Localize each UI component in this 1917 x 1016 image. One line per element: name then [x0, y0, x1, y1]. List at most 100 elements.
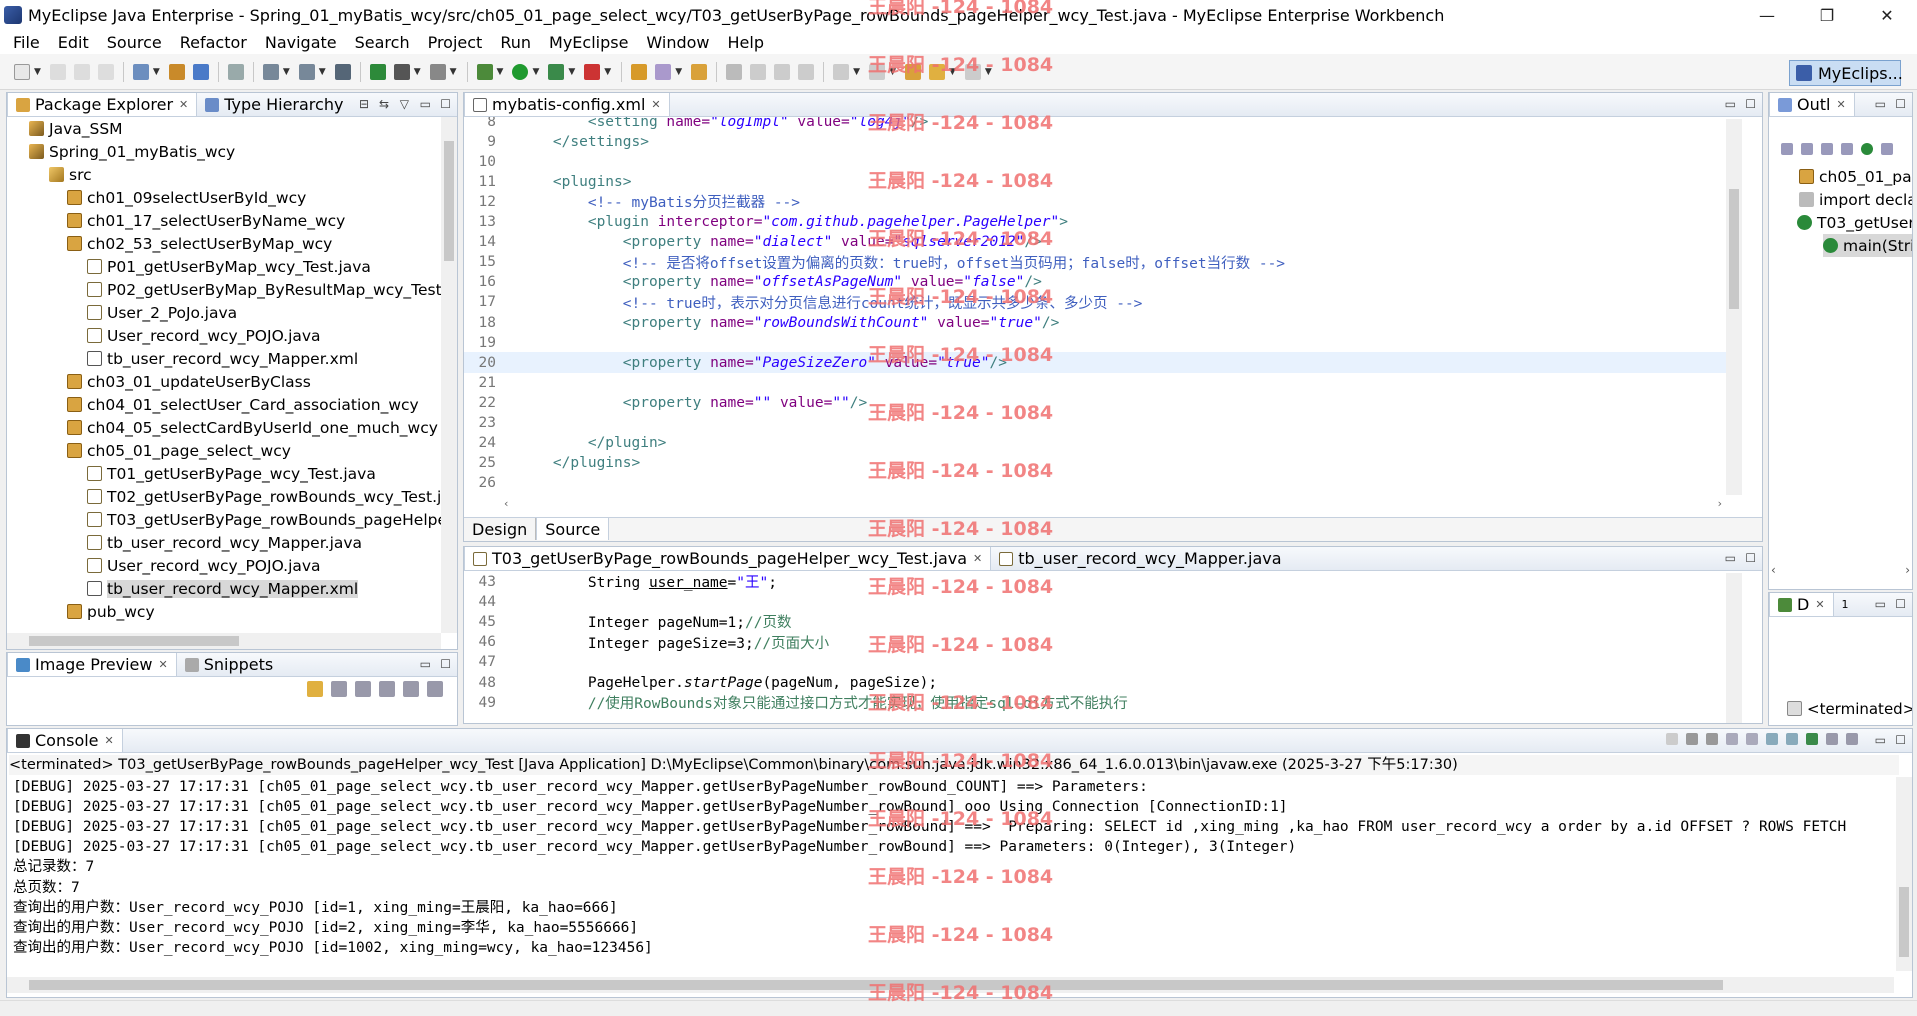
tab-package-explorer[interactable]: Package Explorer ✕: [7, 93, 198, 116]
tab-mapper-java[interactable]: tb_user_record_wcy_Mapper.java: [991, 547, 1289, 570]
restore-button[interactable]: ❐: [1797, 0, 1857, 30]
debug-item-terminated[interactable]: <terminated>: [1787, 697, 1912, 720]
tree-item[interactable]: pub_wcy: [67, 600, 155, 623]
web-browser-icon[interactable]: [334, 63, 351, 80]
actual-size-icon[interactable]: [403, 681, 419, 697]
tab-t03-test[interactable]: T03_getUserByPage_rowBounds_pageHelper_w…: [464, 547, 992, 570]
server-start-icon[interactable]: [298, 63, 315, 80]
tree-item[interactable]: ch01_17_selectUserByName_wcy: [67, 209, 345, 232]
grid-icon[interactable]: [427, 681, 443, 697]
tab-outline[interactable]: Outl ✕: [1769, 93, 1855, 116]
word-wrap-icon[interactable]: [1766, 733, 1778, 745]
code-line[interactable]: 19: [464, 332, 1726, 353]
pin-console-icon[interactable]: [1806, 733, 1818, 745]
outline-item-imports[interactable]: import decla: [1799, 188, 1912, 211]
close-button[interactable]: ✕: [1857, 0, 1917, 30]
scroll-thumb[interactable]: [444, 141, 454, 261]
dropdown-arrow-icon[interactable]: ▼: [568, 67, 575, 77]
tree-item[interactable]: ch02_53_selectUserByMap_wcy: [67, 232, 332, 255]
zoom-in-icon[interactable]: [379, 681, 395, 697]
tree-item[interactable]: User_record_wcy_POJO.java: [87, 324, 321, 347]
scroll-thumb[interactable]: [1729, 189, 1739, 309]
code-line[interactable]: 46 Integer pageSize=3;//页面大小: [464, 632, 1726, 653]
tab-snippets[interactable]: Snippets: [177, 653, 282, 676]
tree-item[interactable]: T03_getUserByPage_rowBounds_pageHelper: [87, 508, 441, 531]
menu-run[interactable]: Run: [491, 33, 540, 52]
menu-myeclipse[interactable]: MyEclipse: [540, 33, 637, 52]
scroll-thumb[interactable]: [1899, 887, 1909, 957]
horizontal-scrollbar[interactable]: [7, 633, 441, 649]
run-last-icon[interactable]: [548, 63, 565, 80]
view-menu-icon[interactable]: ▽: [400, 97, 409, 111]
deploy-icon[interactable]: [262, 63, 279, 80]
vertical-scrollbar[interactable]: [1896, 777, 1912, 971]
maximize-icon[interactable]: ☐: [1895, 733, 1906, 747]
close-icon[interactable]: ✕: [973, 552, 982, 565]
save-icon[interactable]: [49, 63, 66, 80]
dropdown-arrow-icon[interactable]: ▼: [675, 67, 682, 77]
java-source-text[interactable]: 43 String user_name="王"; 44 45 Integer pag…: [464, 571, 1726, 723]
dropdown-arrow-icon[interactable]: ▼: [853, 67, 860, 77]
dropdown-arrow-icon[interactable]: ▼: [450, 67, 457, 77]
display-console-icon[interactable]: [1826, 733, 1838, 745]
tree-item[interactable]: T01_getUserByPage_wcy_Test.java: [87, 462, 376, 485]
tree-item[interactable]: ch04_05_selectCardByUserId_one_much_wcy: [67, 416, 438, 439]
maximize-icon[interactable]: ☐: [440, 657, 451, 671]
close-icon[interactable]: ✕: [105, 734, 114, 747]
horizontal-scrollbar[interactable]: ‹ ›: [504, 497, 1722, 513]
maximize-icon[interactable]: ☐: [1745, 97, 1756, 111]
dropdown-arrow-icon[interactable]: ▼: [497, 67, 504, 77]
code-line[interactable]: 45 Integer pageNum=1;//页数: [464, 611, 1726, 632]
menu-search[interactable]: Search: [346, 33, 419, 52]
tree-item[interactable]: ch05_01_page_select_wcy: [67, 439, 291, 462]
fit-icon[interactable]: [331, 681, 347, 697]
minimize-icon[interactable]: ▭: [1875, 733, 1886, 747]
tab-source[interactable]: Source: [536, 518, 610, 540]
scroll-right-icon[interactable]: ›: [1718, 497, 1722, 510]
run-icon[interactable]: [512, 63, 529, 80]
maximize-icon[interactable]: ☐: [440, 97, 451, 111]
xml-source-text[interactable]: 8 <setting name="logImpl" value="log4j"/…: [464, 117, 1726, 497]
close-icon[interactable]: ✕: [1815, 598, 1824, 611]
horizontal-scrollbar[interactable]: ‹ ›: [1771, 563, 1910, 579]
dropdown-arrow-icon[interactable]: ▼: [319, 67, 326, 77]
next-annotation-icon[interactable]: [833, 63, 850, 80]
toggle-block-icon[interactable]: [750, 63, 767, 80]
open-folder-icon[interactable]: [631, 63, 648, 80]
dropdown-arrow-icon[interactable]: ▼: [283, 67, 290, 77]
toggle-mark-icon[interactable]: [726, 63, 743, 80]
refresh-icon[interactable]: [307, 681, 323, 697]
vertical-scrollbar[interactable]: [441, 117, 457, 633]
menu-navigate[interactable]: Navigate: [256, 33, 346, 52]
tree-item[interactable]: Java_SSM: [29, 117, 123, 140]
code-line[interactable]: 12 <!-- myBatis分页拦截器 -->: [464, 191, 1726, 212]
vertical-scrollbar[interactable]: [1726, 573, 1742, 723]
open-resource-icon[interactable]: [691, 63, 708, 80]
code-line[interactable]: 10: [464, 151, 1726, 172]
code-line[interactable]: 25 </plugins>: [464, 453, 1726, 474]
code-line[interactable]: 26: [464, 473, 1726, 494]
external-tools-icon[interactable]: [584, 63, 601, 80]
code-line[interactable]: 43 String user_name="王";: [464, 571, 1726, 592]
code-line[interactable]: 14 <property name="dialect" value="sqlse…: [464, 232, 1726, 253]
tree-item[interactable]: src: [49, 163, 92, 186]
menu-window[interactable]: Window: [637, 33, 718, 52]
minimize-icon[interactable]: ▭: [1725, 97, 1736, 111]
tree-item[interactable]: tb_user_record_wcy_Mapper.java: [87, 531, 362, 554]
code-line[interactable]: 21: [464, 372, 1726, 393]
tree-item[interactable]: User_2_PoJo.java: [87, 301, 237, 324]
dropdown-arrow-icon[interactable]: ▼: [153, 67, 160, 77]
perspective-switcher[interactable]: MyEclips...: [1789, 60, 1903, 86]
code-line[interactable]: 22 <property name="" value=""/>: [464, 392, 1726, 413]
code-line[interactable]: 24 </plugin>: [464, 433, 1726, 454]
close-icon[interactable]: ✕: [179, 98, 188, 111]
tree-item[interactable]: P02_getUserByMap_ByResultMap_wcy_Test.j: [87, 278, 441, 301]
sort-icon[interactable]: [1801, 143, 1813, 155]
outline-item-main[interactable]: main(Stri: [1823, 234, 1912, 257]
code-line[interactable]: 17 <!-- true时，表示对分页信息进行count统计，既显示共多少条、多…: [464, 292, 1726, 313]
code-line[interactable]: 18 <property name="rowBoundsWithCount" v…: [464, 312, 1726, 333]
new-java-project-icon[interactable]: [132, 63, 149, 80]
scroll-lock-icon[interactable]: [1746, 733, 1758, 745]
outline-item-package[interactable]: ch05_01_pag: [1799, 165, 1912, 188]
annotation-icon[interactable]: [655, 63, 672, 80]
